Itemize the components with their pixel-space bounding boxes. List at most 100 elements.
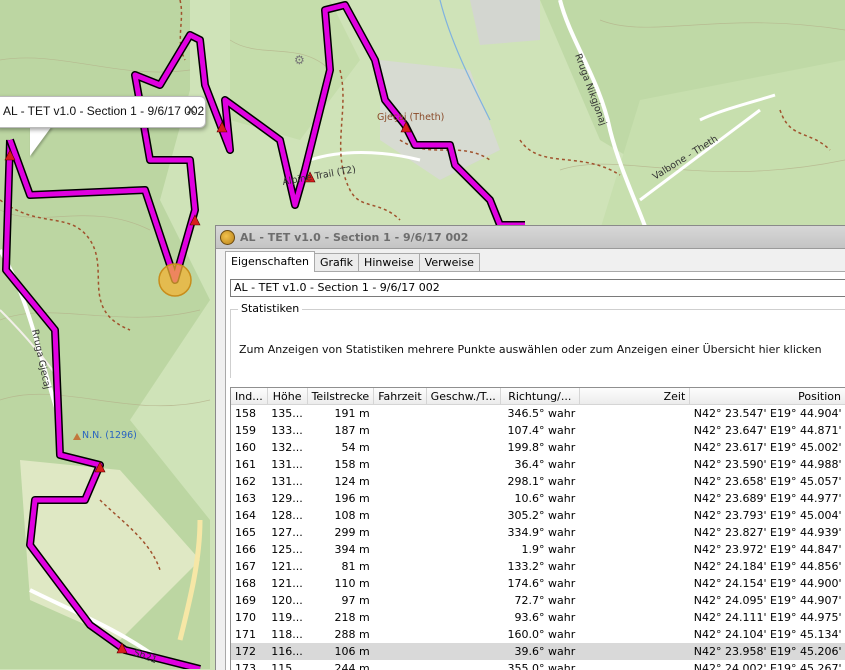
tab-verweise[interactable]: Verweise (418, 253, 480, 272)
track-callout[interactable]: AL - TET v1.0 - Section 1 - 9/6/17 002 × (0, 96, 206, 128)
cell-zeit (579, 643, 690, 660)
cell-richtung: 72.7° wahr (514, 594, 576, 607)
window-titlebar[interactable]: AL - TET v1.0 - Section 1 - 9/6/17 002 (216, 226, 845, 249)
trackpoint-table[interactable]: Ind... Höhe Teilstrecke Fahrzeit Geschw.… (230, 387, 845, 670)
table-row[interactable]: 169 120... 97 m 72.7° wahr N42° 24.095' E19°… (231, 592, 845, 609)
table-row[interactable]: 168 121... 110 m 174.6° wahr N42° 24.154' E1… (231, 575, 845, 592)
table-row[interactable]: 167 121... 81 m 133.2° wahr N42° 24.184' E19… (231, 558, 845, 575)
table-row[interactable]: 162 131... 124 m 298.1° wahr N42° 23.658' E1… (231, 473, 845, 490)
cell-fahrzeit (374, 456, 426, 473)
statistics-link[interactable]: Zum Anzeigen von Statistiken mehrere Pun… (239, 343, 822, 356)
table-header-row: Ind... Höhe Teilstrecke Fahrzeit Geschw.… (231, 388, 845, 405)
cell-geschw (426, 490, 500, 507)
table-row[interactable]: 166 125... 394 m 1.9° wahr N42° 23.972' E19°… (231, 541, 845, 558)
cell-position: N42° 23.590' E19° 44.988' (693, 458, 842, 471)
cell-fahrzeit (374, 439, 426, 456)
cell-richtung: 199.8° wahr (507, 441, 576, 454)
cell-zeit (579, 456, 690, 473)
cell-zeit (579, 558, 690, 575)
cell-hoehe: 129... (271, 492, 303, 505)
table-row[interactable]: 165 127... 299 m 334.9° wahr N42° 23.827' E1… (231, 524, 845, 541)
cell-richtung: 93.6° wahr (514, 611, 576, 624)
cell-fahrzeit (374, 405, 426, 423)
cell-geschw (426, 626, 500, 643)
cell-geschw (426, 592, 500, 609)
cell-zeit (579, 439, 690, 456)
statistics-group: Statistiken Zum Anzeigen von Statistiken… (230, 302, 845, 378)
cell-position: N42° 23.958' E19° 45.206' (689, 643, 845, 660)
col-fahrzeit[interactable]: Fahrzeit (373, 388, 427, 405)
cell-richtung: 298.1° wahr (507, 475, 576, 488)
cell-teilstrecke: 124 m (334, 475, 370, 488)
cell-hoehe: 135... (271, 407, 303, 420)
cell-teilstrecke: 97 m (341, 594, 370, 607)
table-row[interactable]: 164 128... 108 m 305.2° wahr N42° 23.793' E1… (231, 507, 845, 524)
cell-geschw (426, 541, 500, 558)
table-row[interactable]: 160 132... 54 m 199.8° wahr N42° 23.617' E19… (231, 439, 845, 456)
cell-index: 162 (235, 475, 256, 488)
table-row[interactable]: 171 118... 288 m 160.0° wahr N42° 24.104' E1… (231, 626, 845, 643)
cell-index: 168 (235, 577, 256, 590)
cell-position: N42° 23.617' E19° 45.002' (693, 441, 842, 454)
col-zeit[interactable]: Zeit (579, 388, 691, 405)
window-title: AL - TET v1.0 - Section 1 - 9/6/17 002 (240, 230, 469, 244)
table-row[interactable]: 158 135... 191 m 346.5° wahr N42° 23.547' E1… (231, 405, 845, 423)
cell-fahrzeit (374, 592, 426, 609)
callout-title: AL - TET v1.0 - Section 1 - 9/6/17 002 (3, 104, 205, 118)
table-row[interactable]: 172 116... 106 m 39.6° wahr N42° 23.958' E19… (231, 643, 845, 660)
cell-position: N42° 24.184' E19° 44.856' (693, 560, 842, 573)
cell-teilstrecke: 108 m (334, 509, 370, 522)
cell-hoehe: 121... (271, 577, 303, 590)
tab-eigenschaften[interactable]: Eigenschaften (225, 251, 315, 272)
cell-richtung: 160.0° wahr (507, 628, 576, 641)
cell-index: 171 (235, 628, 256, 641)
cell-index: 158 (235, 407, 256, 420)
cell-teilstrecke: 394 m (334, 543, 370, 556)
cell-hoehe: 127... (271, 526, 303, 539)
cell-position: N42° 24.095' E19° 44.907' (693, 594, 842, 607)
cell-hoehe: 131... (271, 475, 303, 488)
col-richtung[interactable]: Richtung/... (500, 388, 580, 405)
col-hoehe[interactable]: Höhe (267, 388, 308, 405)
tab-grafik[interactable]: Grafik (313, 253, 360, 272)
cell-index: 165 (235, 526, 256, 539)
cell-fahrzeit (374, 541, 426, 558)
cell-richtung: 133.2° wahr (507, 560, 576, 573)
table-row[interactable]: 163 129... 196 m 10.6° wahr N42° 23.689' E19… (231, 490, 845, 507)
cell-richtung: 334.9° wahr (507, 526, 576, 539)
cell-richtung: 10.6° wahr (514, 492, 576, 505)
cell-hoehe: 119... (271, 611, 303, 624)
tab-hinweise[interactable]: Hinweise (358, 253, 420, 272)
col-geschw[interactable]: Geschw./T... (426, 388, 501, 405)
col-position[interactable]: Position (689, 388, 845, 405)
close-icon[interactable]: × (185, 102, 197, 118)
cell-teilstrecke: 196 m (334, 492, 370, 505)
cell-fahrzeit (374, 558, 426, 575)
cell-richtung: 39.6° wahr (500, 643, 580, 660)
cell-fahrzeit (374, 473, 426, 490)
cell-fahrzeit (374, 422, 426, 439)
col-teilstrecke[interactable]: Teilstrecke (307, 388, 375, 405)
cell-richtung: 1.9° wahr (521, 543, 576, 556)
cell-geschw (426, 575, 500, 592)
gear-icon: ⚙ (294, 53, 305, 67)
cell-geschw (426, 609, 500, 626)
table-row[interactable]: 161 131... 158 m 36.4° wahr N42° 23.590' E19… (231, 456, 845, 473)
table-row[interactable]: 170 119... 218 m 93.6° wahr N42° 24.111' E19… (231, 609, 845, 626)
cell-zeit (579, 507, 690, 524)
cell-zeit (579, 524, 690, 541)
callout-tail (30, 126, 52, 156)
table-row[interactable]: 159 133... 187 m 107.4° wahr N42° 23.647' E1… (231, 422, 845, 439)
cell-hoehe: 133... (271, 424, 303, 437)
cell-hoehe: 120... (271, 594, 303, 607)
gps-app-icon (220, 229, 235, 245)
track-properties-window: AL - TET v1.0 - Section 1 - 9/6/17 002 E… (215, 225, 845, 670)
col-index[interactable]: Ind... (231, 388, 268, 405)
cell-teilstrecke: 158 m (334, 458, 370, 471)
cell-teilstrecke: 299 m (334, 526, 370, 539)
cell-teilstrecke: 288 m (334, 628, 370, 641)
cell-hoehe: 116... (267, 643, 308, 660)
cell-zeit (579, 609, 690, 626)
cell-teilstrecke: 54 m (341, 441, 370, 454)
track-name-input[interactable]: AL - TET v1.0 - Section 1 - 9/6/17 002 (230, 279, 845, 297)
